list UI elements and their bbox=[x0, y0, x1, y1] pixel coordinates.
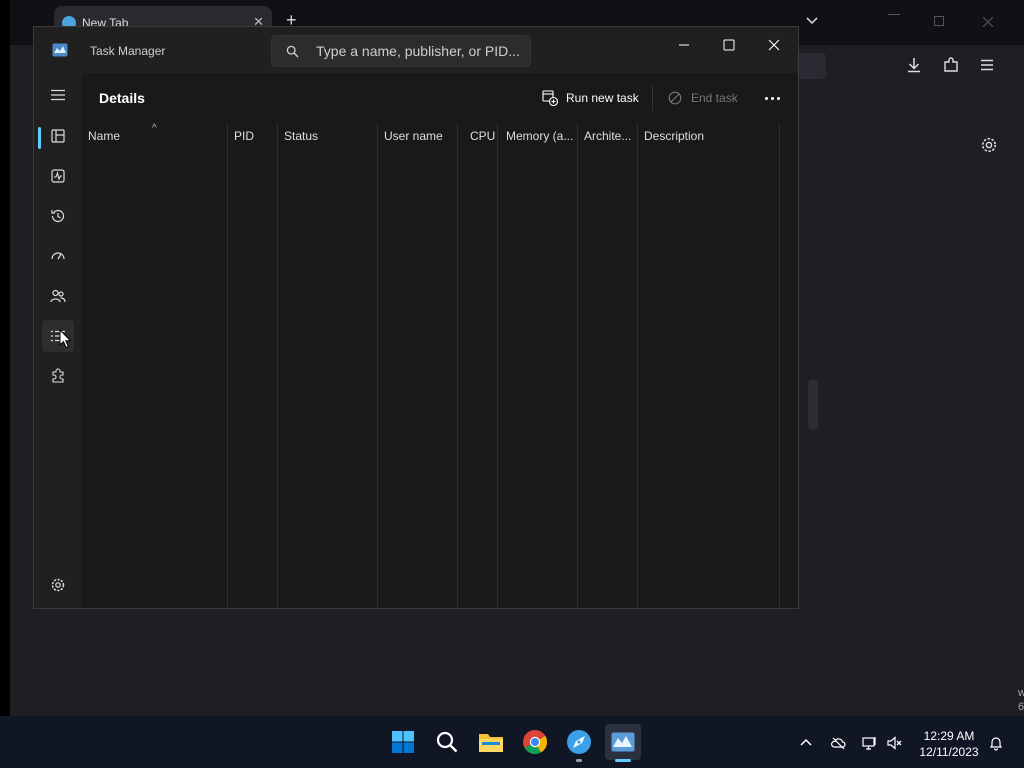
active-app-indicator bbox=[615, 759, 631, 762]
search-input[interactable] bbox=[316, 40, 526, 62]
windows-logo-icon bbox=[392, 731, 414, 753]
mouse-cursor-icon bbox=[59, 329, 71, 349]
title-bar: Task Manager bbox=[34, 27, 798, 73]
nav-item-app-history[interactable] bbox=[42, 200, 74, 232]
hamburger-icon bbox=[51, 89, 65, 101]
corner-text: w 6 bbox=[1018, 687, 1024, 713]
close-icon bbox=[768, 39, 780, 51]
run-new-task-label: Run new task bbox=[566, 91, 639, 105]
toolbar-divider bbox=[652, 85, 653, 111]
browser-scroll-handle[interactable] bbox=[808, 380, 818, 430]
task-manager-window: Task Manager Type a name, publisher, or … bbox=[33, 26, 799, 609]
start-button[interactable] bbox=[389, 728, 417, 756]
end-task-button[interactable]: End task bbox=[668, 85, 738, 111]
nav-item-settings[interactable] bbox=[42, 569, 74, 601]
page-header: Details Run new task End task bbox=[82, 73, 798, 123]
clock-time: 12:29 AM bbox=[923, 729, 975, 743]
minimize-icon bbox=[679, 44, 689, 46]
search-box[interactable] bbox=[271, 35, 531, 67]
browser-close-button[interactable] bbox=[982, 16, 994, 28]
column-header-description[interactable]: Description bbox=[638, 123, 780, 608]
network-icon[interactable] bbox=[862, 735, 878, 751]
column-header-label: PID bbox=[234, 129, 255, 143]
task-manager-icon bbox=[611, 732, 635, 752]
maximize-icon bbox=[723, 39, 735, 51]
maximize-button[interactable] bbox=[707, 31, 751, 59]
taskbar-browser[interactable] bbox=[565, 728, 593, 756]
column-header-label: User name bbox=[384, 129, 443, 143]
search-icon bbox=[436, 731, 458, 753]
end-task-label: End task bbox=[691, 91, 738, 105]
folder-icon bbox=[479, 734, 503, 752]
details-page: Details Run new task End task Name ^ PID… bbox=[82, 73, 798, 608]
more-options-dot bbox=[764, 96, 768, 100]
column-header-memory[interactable]: Memory (a... bbox=[498, 123, 578, 608]
hamburger-menu-icon[interactable] bbox=[978, 56, 996, 74]
column-header-label: Name bbox=[88, 129, 121, 143]
puzzle-icon bbox=[52, 368, 64, 383]
more-options-dot bbox=[770, 96, 774, 100]
column-header-label: Status bbox=[284, 129, 319, 143]
column-header-cpu[interactable]: CPU bbox=[458, 123, 498, 608]
clock-date: 12/11/2023 bbox=[919, 745, 979, 759]
column-header-pid[interactable]: PID bbox=[228, 123, 278, 608]
browser-minimize-button[interactable] bbox=[888, 14, 900, 15]
table-scrollbar[interactable] bbox=[780, 123, 798, 608]
download-icon[interactable] bbox=[905, 56, 923, 74]
onedrive-cloud-icon[interactable] bbox=[830, 735, 846, 751]
column-header-row: Name ^ PID Status User name CPU Memory (… bbox=[82, 123, 780, 608]
minimize-button[interactable] bbox=[662, 31, 706, 59]
taskbar-chrome[interactable] bbox=[521, 728, 549, 756]
more-options-dot bbox=[776, 96, 780, 100]
sort-ascending-icon: ^ bbox=[152, 123, 157, 134]
column-header-architecture[interactable]: Archite... bbox=[578, 123, 638, 608]
settings-gear-icon bbox=[51, 578, 65, 592]
extensions-icon[interactable] bbox=[942, 56, 960, 74]
performance-icon bbox=[51, 169, 65, 183]
column-header-status[interactable]: Status bbox=[278, 123, 378, 608]
taskbar: 12:29 AM 12/11/2023 bbox=[0, 716, 1024, 768]
notification-bell-icon[interactable] bbox=[988, 735, 1004, 751]
navigation-pane bbox=[34, 73, 82, 608]
taskbar-search-button[interactable] bbox=[433, 728, 461, 756]
running-indicator bbox=[576, 759, 582, 762]
processes-icon bbox=[51, 129, 65, 143]
gear-icon[interactable] bbox=[980, 136, 998, 154]
nav-item-processes[interactable] bbox=[42, 120, 74, 152]
window-title: Task Manager bbox=[90, 44, 166, 58]
column-header-label: Archite... bbox=[584, 129, 632, 143]
column-header-label: Description bbox=[644, 129, 705, 143]
column-header-label: CPU bbox=[470, 129, 496, 143]
volume-muted-icon[interactable] bbox=[887, 735, 903, 751]
run-new-task-icon bbox=[542, 90, 558, 106]
details-table: Name ^ PID Status User name CPU Memory (… bbox=[82, 123, 798, 608]
page-title: Details bbox=[99, 90, 145, 106]
taskbar-file-explorer[interactable] bbox=[477, 728, 505, 756]
column-header-label: Memory (a... bbox=[506, 129, 574, 143]
nav-item-users[interactable] bbox=[42, 280, 74, 312]
search-icon bbox=[286, 45, 299, 58]
chevron-up-icon[interactable] bbox=[798, 735, 814, 751]
nav-item-startup-apps[interactable] bbox=[42, 240, 74, 272]
hamburger-menu-button[interactable] bbox=[42, 79, 74, 111]
task-manager-app-icon bbox=[52, 43, 68, 57]
active-nav-indicator bbox=[38, 127, 41, 149]
users-icon bbox=[50, 289, 66, 303]
close-button[interactable] bbox=[752, 31, 796, 59]
end-task-icon bbox=[668, 91, 682, 105]
taskbar-clock[interactable]: 12:29 AM 12/11/2023 bbox=[912, 728, 986, 760]
chevron-down-icon[interactable] bbox=[804, 12, 820, 28]
browser-icon bbox=[567, 730, 591, 754]
speedometer-icon bbox=[51, 252, 65, 260]
run-new-task-button[interactable]: Run new task bbox=[542, 85, 639, 111]
column-header-user-name[interactable]: User name bbox=[378, 123, 458, 608]
nav-item-services[interactable] bbox=[42, 360, 74, 392]
chrome-icon bbox=[523, 730, 548, 755]
browser-maximize-button[interactable] bbox=[934, 16, 944, 26]
taskbar-task-manager[interactable] bbox=[605, 724, 641, 760]
history-icon bbox=[51, 209, 65, 223]
column-header-name[interactable]: Name ^ bbox=[82, 123, 228, 608]
nav-item-performance[interactable] bbox=[42, 160, 74, 192]
more-options-button[interactable] bbox=[758, 85, 786, 111]
